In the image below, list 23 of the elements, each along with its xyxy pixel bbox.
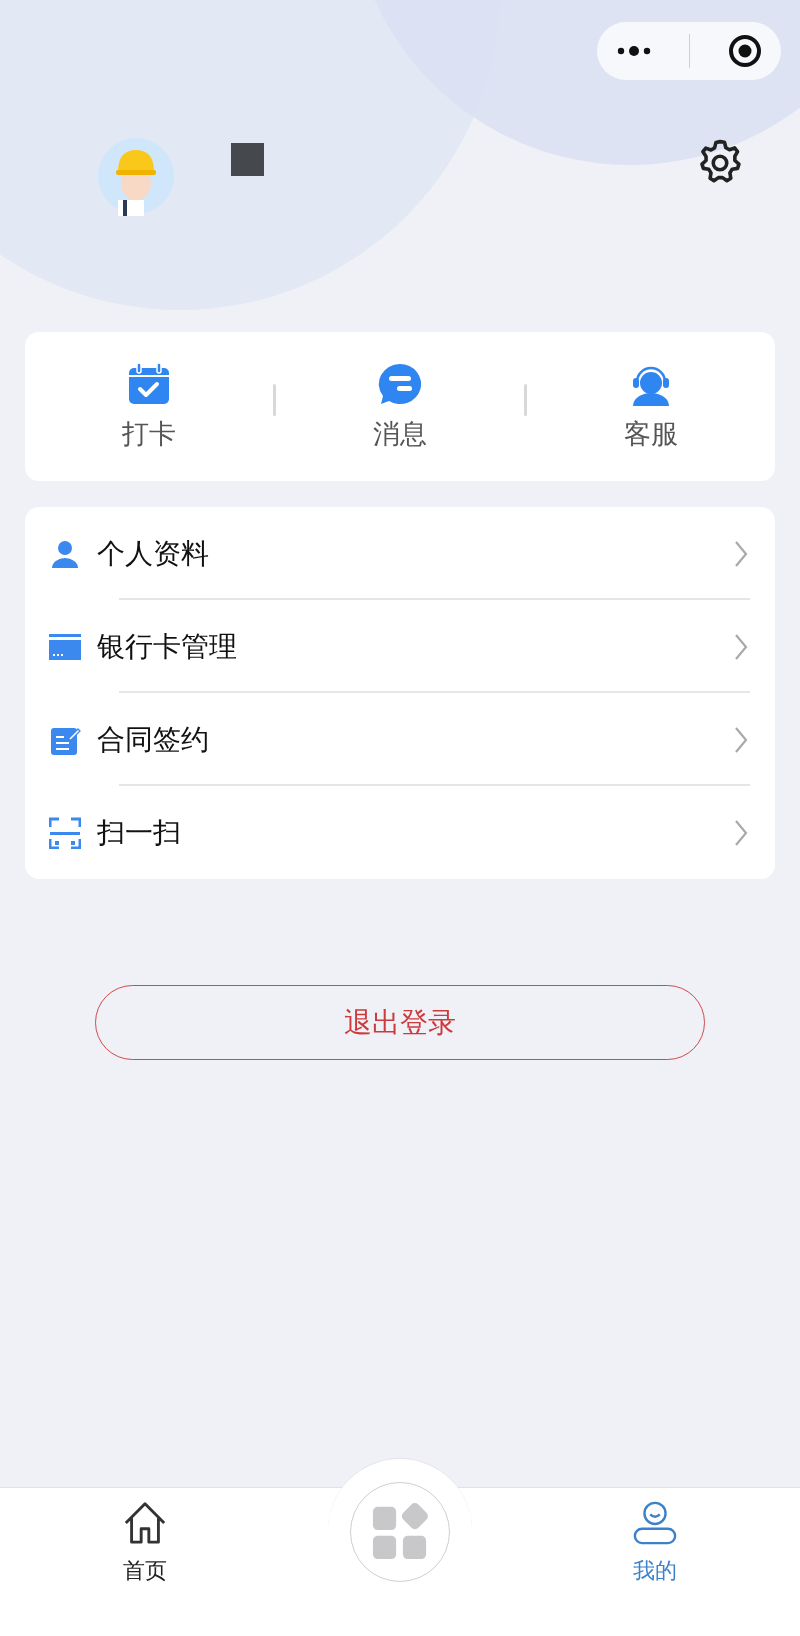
chevron-right-icon[interactable] [734,725,748,754]
avatar-icon [96,136,176,216]
scan-icon [49,816,81,849]
calendar-check-icon[interactable] [127,361,171,406]
quick-action-label[interactable]: 打卡 [122,415,176,452]
tab-item[interactable]: 我的 [510,1488,800,1636]
quick-action-label[interactable]: 消息 [373,415,427,452]
menu-item-label[interactable]: 个人资料 [97,534,734,573]
menu-item-label[interactable]: 银行卡管理 [97,627,734,666]
chevron-right-icon[interactable] [734,539,748,568]
user-icon [632,1500,678,1546]
chevron-right-icon[interactable] [734,818,748,847]
apps-grid-icon [371,1503,429,1561]
chat-bubble-icon[interactable] [377,361,423,406]
menu-item-label[interactable]: 合同签约 [97,720,734,759]
home-icon [122,1500,168,1546]
tab-item[interactable]: 首页 [0,1488,290,1636]
quick-action-label[interactable]: 客服 [624,415,678,452]
menu-item-label[interactable]: 扫一扫 [97,813,734,852]
redaction-block [231,143,264,176]
more-icon[interactable] [615,45,652,57]
close-icon[interactable] [728,34,763,68]
chevron-right-icon[interactable] [734,632,748,661]
